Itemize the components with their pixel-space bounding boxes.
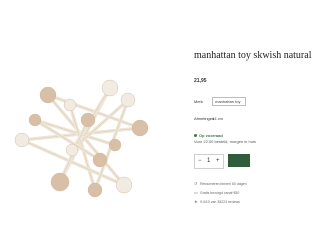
toy-bead [39,86,57,104]
toy-bead [50,172,70,192]
add-to-cart-button[interactable] [228,154,250,167]
decrease-quantity-button[interactable]: − [198,158,202,164]
usp-returns: ↺ Retourneren binnen 60 dagen [194,181,247,186]
skwish-toy-illustration [14,79,149,198]
toy-bead [80,112,96,128]
usp-text: 9,4/10 van 35224 reviews [200,200,240,204]
increase-quantity-button[interactable]: + [216,158,220,164]
toy-bead [65,143,79,157]
toy-bead [87,182,103,198]
toy-bead [120,92,136,108]
toy-bead [92,152,108,168]
quantity-stepper[interactable]: − 1 + [194,154,224,169]
usp-text: Gratis bezorgd vanaf €50 [200,191,240,195]
delivery-text: Voor 22.00 besteld, morgen in huis [194,139,256,144]
stock-text: Op voorraad [199,133,223,138]
product-title: manhattan toy skwish natural [194,50,312,61]
size-label: Afmetingen [194,116,215,121]
brand-label: Merk [194,99,203,104]
usp-shipping: ▭ Gratis bezorgd vanaf €50 [194,190,239,195]
truck-icon: ▭ [194,190,198,195]
toy-bead [63,98,77,112]
product-info: manhattan toy skwish natural 21,95 Merk … [194,0,311,250]
check-icon [194,134,197,138]
toy-bead [14,132,30,148]
size-value: 14 cm [212,116,224,121]
stock-status: Op voorraad [194,133,223,138]
star-icon: ★ [194,199,198,204]
toy-bead [131,119,149,137]
toy-bead [108,138,122,152]
size-row: Afmetingen 14 cm [194,115,240,122]
toy-bead [28,113,42,127]
toy-bead [115,176,133,194]
quantity-value[interactable]: 1 [207,158,210,164]
return-icon: ↺ [194,181,198,186]
brand-row: Merk manhattan toy [194,97,247,106]
usp-reviews: ★ 9,4/10 van 35224 reviews [194,199,240,204]
brand-value[interactable]: manhattan toy [212,97,247,106]
product-price: 21,95 [194,78,207,84]
usp-text: Retourneren binnen 60 dagen [200,182,247,186]
product-image[interactable] [0,0,180,250]
toy-bead [101,79,119,97]
